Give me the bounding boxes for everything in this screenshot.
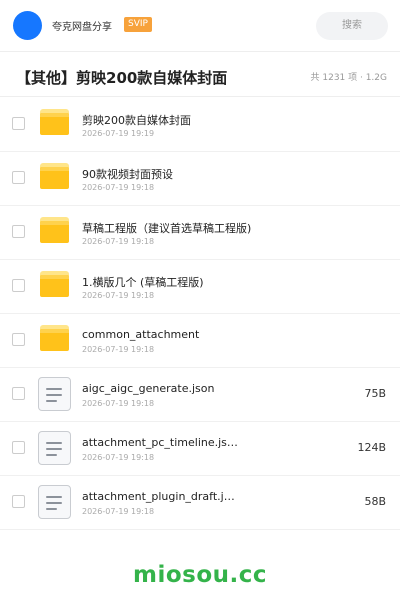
file-list: 剪映200款自媒体封面 2026-07-19 19:19 90款视频封面预设 2026… bbox=[0, 98, 400, 530]
folder-icon bbox=[40, 325, 69, 351]
select-checkbox[interactable] bbox=[12, 495, 25, 508]
item-name: 草稿工程版（建议首选草稿工程版) bbox=[82, 222, 252, 235]
select-checkbox[interactable] bbox=[12, 441, 25, 454]
file-row[interactable]: aigc_aigc_generate.json 2026-07-19 19:18 7… bbox=[0, 368, 400, 422]
item-date: 2026-07-19 19:18 bbox=[82, 183, 155, 192]
document-icon bbox=[38, 485, 71, 519]
share-source-label: 夸克网盘分享 bbox=[52, 22, 112, 33]
item-date: 2026-07-19 19:18 bbox=[82, 291, 155, 300]
folder-row[interactable]: 剪映200款自媒体封面 2026-07-19 19:19 bbox=[0, 98, 400, 152]
select-checkbox[interactable] bbox=[12, 279, 25, 292]
item-size: 75B bbox=[364, 387, 386, 400]
item-size: 124B bbox=[357, 441, 386, 454]
item-name: 1.横版几个 (草稿工程版) bbox=[82, 276, 204, 289]
folder-row[interactable]: 90款视频封面预设 2026-07-19 19:18 bbox=[0, 152, 400, 206]
folder-summary: 共 1231 项 · 1.2G bbox=[310, 73, 388, 83]
document-icon bbox=[38, 431, 71, 465]
watermark: miosou.cc bbox=[132, 562, 268, 588]
item-name: attachment_pc_timeline.js… bbox=[82, 436, 238, 449]
folder-icon bbox=[40, 217, 69, 243]
select-checkbox[interactable] bbox=[12, 171, 25, 184]
top-bar: 夸克网盘分享 SVIP 搜索 bbox=[0, 0, 400, 52]
item-name: aigc_aigc_generate.json bbox=[82, 382, 215, 395]
item-name: common_attachment bbox=[82, 328, 200, 341]
folder-row[interactable]: 草稿工程版（建议首选草稿工程版) 2026-07-19 19:18 bbox=[0, 206, 400, 260]
document-icon bbox=[38, 377, 71, 411]
search-button[interactable]: 搜索 bbox=[316, 12, 388, 40]
folder-icon bbox=[40, 271, 69, 297]
folder-row[interactable]: 1.横版几个 (草稿工程版) 2026-07-19 19:18 bbox=[0, 260, 400, 314]
item-date: 2026-07-19 19:18 bbox=[82, 399, 155, 408]
svip-badge: SVIP bbox=[124, 17, 152, 32]
page-title: 【其他】剪映200款自媒体封面 bbox=[16, 69, 228, 87]
select-checkbox[interactable] bbox=[12, 333, 25, 346]
select-checkbox[interactable] bbox=[12, 387, 25, 400]
item-name: attachment_plugin_draft.j… bbox=[82, 490, 235, 503]
item-name: 剪映200款自媒体封面 bbox=[82, 114, 191, 127]
file-row[interactable]: attachment_plugin_draft.j… 2026-07-19 19:… bbox=[0, 476, 400, 530]
item-date: 2026-07-19 19:18 bbox=[82, 345, 155, 354]
item-date: 2026-07-19 19:18 bbox=[82, 237, 155, 246]
item-date: 2026-07-19 19:18 bbox=[82, 507, 155, 516]
folder-icon bbox=[40, 163, 69, 189]
item-date: 2026-07-19 19:18 bbox=[82, 453, 155, 462]
folder-icon bbox=[40, 109, 69, 135]
item-name: 90款视频封面预设 bbox=[82, 168, 173, 181]
item-size: 58B bbox=[364, 495, 386, 508]
file-row[interactable]: attachment_pc_timeline.js… 2026-07-19 19:… bbox=[0, 422, 400, 476]
select-checkbox[interactable] bbox=[12, 225, 25, 238]
select-checkbox[interactable] bbox=[12, 117, 25, 130]
avatar[interactable] bbox=[13, 11, 42, 40]
folder-header: 【其他】剪映200款自媒体封面 共 1231 项 · 1.2G bbox=[0, 53, 400, 97]
folder-row[interactable]: common_attachment 2026-07-19 19:18 bbox=[0, 314, 400, 368]
item-date: 2026-07-19 19:19 bbox=[82, 129, 155, 138]
